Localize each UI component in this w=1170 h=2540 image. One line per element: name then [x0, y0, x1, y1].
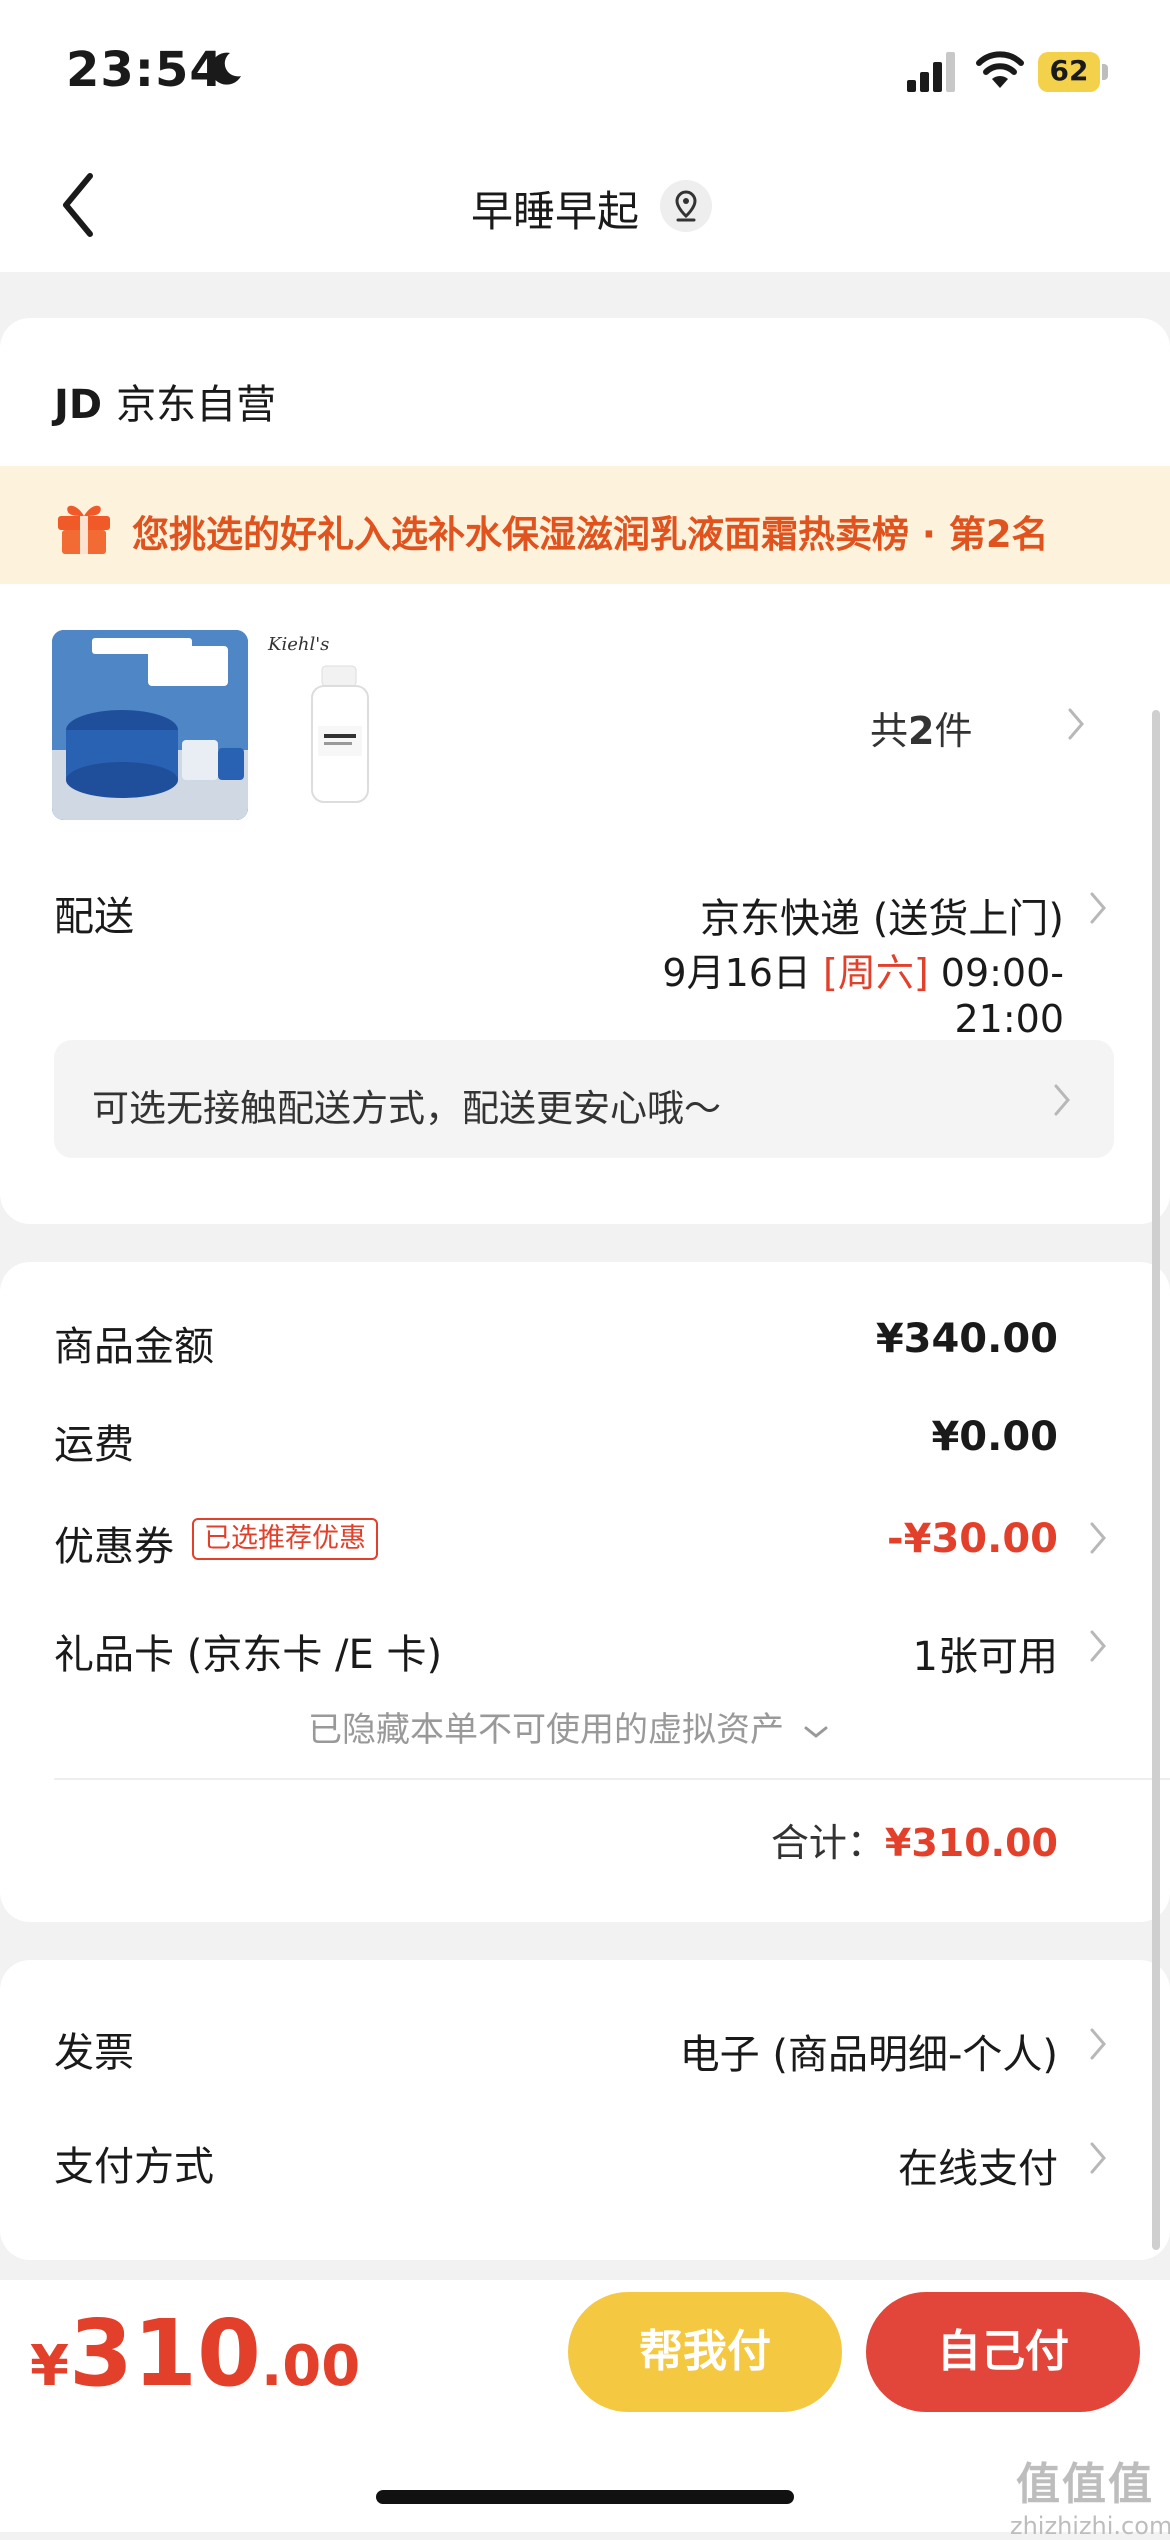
goods-amount-label: 商品金额	[54, 1324, 214, 1370]
delivery-date: 9月16日	[662, 951, 811, 995]
cellular-signal-icon	[907, 52, 955, 92]
ranking-text: 您挑选的好礼入选补水保湿滋润乳液面霜热卖榜 · 第2名	[132, 513, 1049, 556]
cream-jar-illustration	[52, 630, 248, 820]
giftcard-value[interactable]: 1张可用	[760, 1624, 1058, 1682]
hidden-assets-text: 已隐藏本单不可使用的虚拟资产	[308, 1710, 784, 1750]
shop-label: 京东自营	[116, 382, 277, 428]
delivery-method[interactable]: 京东快递 (送货上门)	[560, 886, 1064, 944]
chevron-right-icon[interactable]	[1088, 890, 1108, 926]
back-chevron-icon[interactable]	[56, 170, 100, 240]
gift-icon	[58, 505, 110, 554]
amount-decimal: .00	[261, 2334, 361, 2399]
delivery-time[interactable]: 9月16日 [周六] 09:00-21:00	[560, 942, 1064, 1041]
chevron-right-icon[interactable]	[1088, 1520, 1108, 1556]
lotion-bottle-illustration	[311, 665, 369, 803]
item-count[interactable]: 共2件	[870, 700, 972, 755]
help-pay-button[interactable]: 帮我付	[568, 2292, 842, 2412]
total-label: 合计：	[770, 1821, 885, 1865]
delivery-window: 09:00-21:00	[940, 951, 1064, 1041]
item-count-suffix: 件	[934, 709, 973, 753]
chevron-right-icon	[1054, 1084, 1070, 1116]
shop-name[interactable]: JD 京东自营	[54, 372, 276, 430]
location-pin-icon	[675, 190, 697, 222]
product-image-cream[interactable]	[52, 630, 248, 820]
brand-logo: Kiehl's	[268, 634, 330, 655]
order-total: 合计：¥310.00	[700, 1812, 1058, 1867]
invoice-value[interactable]: 电子 (商品明细-个人)	[600, 2022, 1058, 2080]
coupon-label: 优惠券	[54, 1524, 174, 1570]
coupon-value[interactable]: -¥30.00	[760, 1516, 1058, 1562]
coupon-recommended-tag: 已选推荐优惠	[192, 1518, 378, 1560]
contactless-text: 可选无接触配送方式，配送更安心哦～	[92, 1087, 721, 1130]
giftcard-label: 礼品卡 (京东卡 /E 卡)	[54, 1632, 443, 1678]
delivery-label: 配送	[54, 894, 134, 940]
currency-symbol: ¥	[30, 2334, 69, 2399]
item-count-prefix: 共	[870, 709, 909, 753]
hidden-assets-toggle[interactable]: 已隐藏本单不可使用的虚拟资产	[308, 1702, 831, 1751]
watermark-logo: 值值值	[1016, 2459, 1154, 2510]
delivery-weekday: [周六]	[823, 951, 929, 995]
jd-logo: JD	[54, 382, 103, 428]
divider	[54, 1778, 1170, 1780]
self-pay-button[interactable]: 自己付	[866, 2292, 1140, 2412]
scrollbar[interactable]	[1152, 710, 1160, 2250]
invoice-label: 发票	[54, 2030, 134, 2076]
status-time: 23:54	[66, 42, 224, 98]
watermark-url: zhizhizhi.com	[1010, 2512, 1170, 2540]
chevron-right-icon[interactable]	[1088, 1628, 1108, 1664]
chevron-right-icon[interactable]	[1066, 706, 1086, 742]
battery-icon: 62	[1038, 52, 1108, 92]
shipping-label: 运费	[54, 1422, 134, 1468]
watermark: 值值值 zhizhizhi.com	[1010, 2448, 1170, 2540]
shipping-value: ¥0.00	[931, 1414, 1058, 1460]
total-value: ¥310.00	[884, 1821, 1058, 1865]
chevron-down-icon	[804, 1726, 828, 1738]
location-button[interactable]	[660, 180, 712, 232]
chevron-right-icon[interactable]	[1088, 2140, 1108, 2176]
chevron-right-icon[interactable]	[1088, 2026, 1108, 2062]
item-count-number: 2	[908, 709, 935, 753]
page-title: 早睡早起	[470, 187, 639, 236]
product-image-lotion[interactable]: Kiehl's	[268, 630, 398, 820]
goods-amount-value: ¥340.00	[875, 1316, 1058, 1362]
payment-value[interactable]: 在线支付	[760, 2136, 1058, 2194]
home-indicator[interactable]	[376, 2490, 794, 2504]
amount-integer: 310	[68, 2300, 262, 2407]
invoice-payment-card	[0, 1960, 1170, 2260]
payment-label: 支付方式	[54, 2144, 214, 2190]
moon-icon	[210, 52, 241, 85]
checkout-total: ¥310.00	[30, 2300, 360, 2407]
wifi-icon	[976, 51, 1024, 88]
battery-level: 62	[1049, 54, 1089, 87]
